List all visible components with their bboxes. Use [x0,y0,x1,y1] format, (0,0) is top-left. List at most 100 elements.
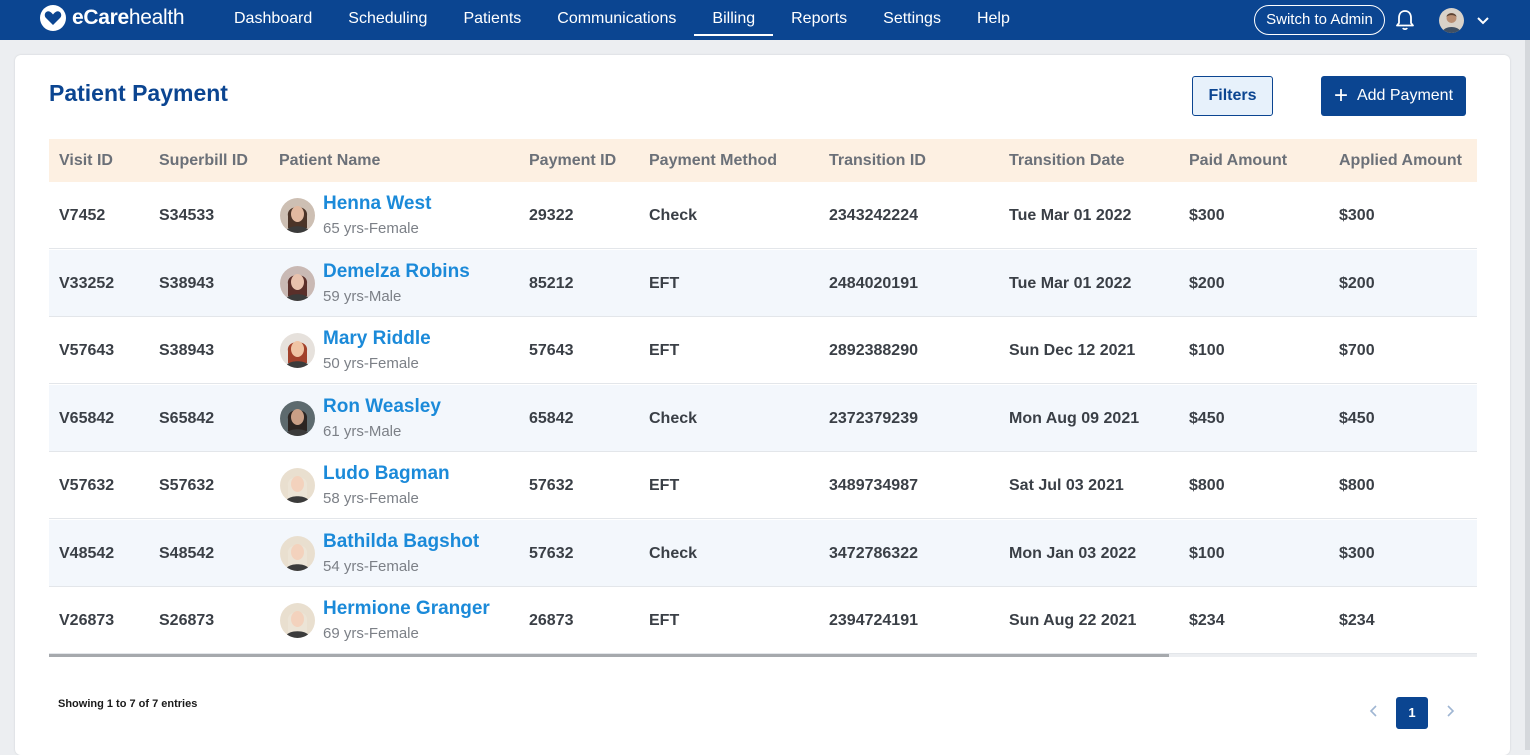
add-payment-button[interactable]: + Add Payment [1321,76,1466,116]
patient-name-link[interactable]: Mary Riddle [323,328,431,350]
cell-applied: $800 [1339,477,1375,494]
table-row[interactable]: V33252 S38943 85212 EFT 2484020191 Tue Mar 01… [49,249,1477,317]
nav-item-billing[interactable]: Billing [694,0,773,40]
cell-transition-id: 2343242224 [829,207,918,224]
patient-age-gender: 61 yrs-Male [323,422,402,440]
patient-name-link[interactable]: Demelza Robins [323,261,470,283]
cell-paid: $100 [1189,544,1225,562]
cell-paid: $234 [1189,612,1225,629]
cell-transition-id: 3472786322 [829,544,918,562]
cell-paid: $200 [1189,274,1225,292]
horizontal-scroll-thumb[interactable] [49,654,1169,657]
cell-superbill-id: S38943 [159,274,215,292]
cell-applied: $200 [1339,274,1375,292]
payments-table: Visit ID Superbill ID Patient Name Payment … [49,139,1477,655]
cell-payment-id: 57632 [529,544,574,562]
cell-method: EFT [649,612,680,629]
top-navbar: eCarehealth Dashboard Scheduling Patients C… [0,0,1530,40]
nav-item-reports[interactable]: Reports [773,0,865,40]
nav-item-patients[interactable]: Patients [445,0,539,40]
cell-visit-id: V57632 [59,477,115,494]
page-title: Patient Payment [49,80,228,106]
column-header[interactable]: Transition ID [829,139,926,182]
cell-visit-id: V65842 [59,409,115,427]
chevron-right-icon[interactable] [1441,702,1459,720]
cell-date: Mon Jan 03 2022 [1009,544,1137,562]
cell-transition-id: 2372379239 [829,409,918,427]
cell-superbill-id: S65842 [159,409,215,427]
cell-date: Sun Aug 22 2021 [1009,612,1137,629]
cell-applied: $300 [1339,544,1375,562]
cell-superbill-id: S34533 [159,207,215,224]
column-header[interactable]: Transition Date [1009,139,1125,182]
patient-name-link[interactable]: Hermione Granger [323,598,490,620]
table-row[interactable]: V7452 S34533 29322 Check 2343242224 Tue Mar 0… [49,182,1477,249]
chevron-down-icon[interactable] [1476,13,1490,27]
page-scrollbar[interactable] [1525,40,1530,750]
heart-logo-icon [40,5,66,31]
cell-payment-id: 57632 [529,477,574,494]
patient-avatar [280,400,315,436]
column-header[interactable]: Patient Name [279,139,380,182]
cell-payment-id: 29322 [529,207,574,224]
cell-date: Mon Aug 09 2021 [1009,409,1140,427]
cell-paid: $450 [1189,409,1225,427]
plus-icon: + [1333,82,1348,109]
cell-applied: $700 [1339,342,1375,359]
cell-paid: $100 [1189,342,1225,359]
cell-superbill-id: S48542 [159,544,215,562]
patient-avatar [280,603,315,638]
user-avatar[interactable] [1439,8,1464,33]
page-button-current[interactable]: 1 [1396,697,1428,729]
patient-name-link[interactable]: Bathilda Bagshot [323,531,479,553]
brand-name: eCarehealth [72,6,185,29]
cell-payment-id: 26873 [529,612,574,629]
patient-name-link[interactable]: Ron Weasley [323,396,441,418]
column-header[interactable]: Applied Amount [1339,139,1462,182]
table-row[interactable]: V57632 S57632 57632 EFT 3489734987 Sat Jul 03… [49,452,1477,519]
cell-visit-id: V57643 [59,342,115,359]
nav-item-communications[interactable]: Communications [539,0,694,40]
cell-payment-id: 85212 [529,274,574,292]
patient-avatar [280,198,315,233]
chevron-left-icon[interactable] [1365,702,1383,720]
column-header[interactable]: Payment ID [529,139,616,182]
patient-age-gender: 59 yrs-Male [323,287,402,305]
nav-item-help[interactable]: Help [959,0,1028,40]
nav-item-settings[interactable]: Settings [865,0,959,40]
bell-icon[interactable] [1395,9,1415,31]
cell-payment-id: 57643 [529,342,574,359]
patient-name-link[interactable]: Ludo Bagman [323,463,450,485]
cell-paid: $300 [1189,207,1225,224]
app-logo[interactable]: eCarehealth [40,4,185,32]
cell-method: EFT [649,274,680,292]
cell-transition-id: 2484020191 [829,274,918,292]
table-row[interactable]: V65842 S65842 65842 Check 2372379239 Mon Aug … [49,384,1477,452]
column-header[interactable]: Paid Amount [1189,139,1287,182]
column-header[interactable]: Payment Method [649,139,777,182]
cell-applied: $450 [1339,409,1375,427]
filters-button[interactable]: Filters [1192,76,1273,116]
cell-method: EFT [649,477,680,494]
table-row[interactable]: V26873 S26873 26873 EFT 2394724191 Sun Aug 22… [49,587,1477,654]
cell-visit-id: V7452 [59,207,106,224]
patient-age-gender: 65 yrs-Female [323,220,419,237]
nav-item-scheduling[interactable]: Scheduling [330,0,445,40]
cell-superbill-id: S57632 [159,477,215,494]
patient-age-gender: 58 yrs-Female [323,490,419,507]
nav-item-dashboard[interactable]: Dashboard [216,0,330,40]
cell-transition-id: 2394724191 [829,612,918,629]
table-row[interactable]: V57643 S38943 57643 EFT 2892388290 Sun Dec 12… [49,317,1477,384]
cell-method: EFT [649,342,680,359]
cell-visit-id: V33252 [59,274,115,292]
cell-method: Check [649,544,698,562]
table-row[interactable]: V48542 S48542 57632 Check 3472786322 Mon Jan … [49,519,1477,587]
patient-avatar [280,535,315,571]
patient-avatar [280,333,315,368]
cell-transition-id: 2892388290 [829,342,918,359]
table-header: Visit ID Superbill ID Patient Name Payment … [49,139,1477,182]
column-header[interactable]: Superbill ID [159,139,248,182]
patient-name-link[interactable]: Henna West [323,193,431,215]
column-header[interactable]: Visit ID [59,139,113,182]
switch-to-admin-button[interactable]: Switch to Admin [1254,5,1385,35]
